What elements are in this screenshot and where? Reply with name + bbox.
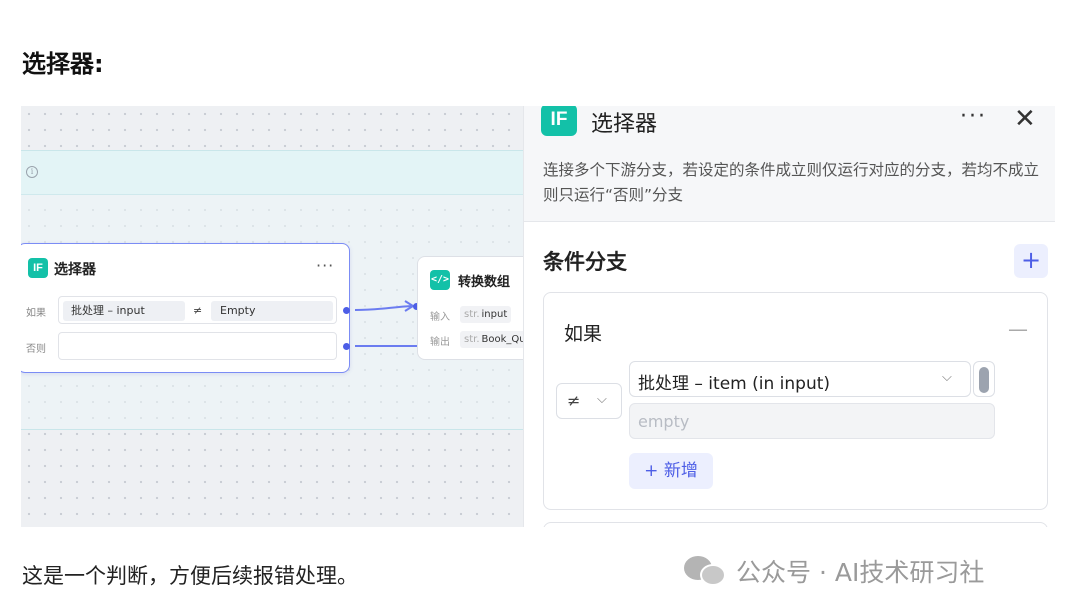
output-chip: str. Book_Qu (460, 331, 523, 348)
more-icon[interactable]: ··· (960, 106, 987, 129)
transform-node[interactable]: </> 转换数组 输入 str. input 输出 str. Book_Qu (417, 256, 523, 360)
branch-card: 如果 — ≠ ⌵ 批处理 – item (in input) ⌵ + 新增 (543, 292, 1048, 510)
operator-select[interactable]: ≠ ⌵ (556, 383, 622, 419)
collapse-icon[interactable]: — (1008, 317, 1028, 341)
scrollbar-thumb[interactable] (979, 367, 989, 393)
output-value: Book_Qu (481, 334, 523, 345)
input-label: 输入 (430, 312, 450, 323)
value-input[interactable] (629, 403, 995, 439)
add-condition-button[interactable]: + 新增 (629, 453, 713, 489)
condition-row[interactable]: 批处理 – input ≠ Empty (58, 296, 337, 324)
if-node-badge: IF (28, 258, 48, 278)
transform-node-title: 转换数组 (458, 275, 511, 290)
input-value: input (481, 309, 508, 320)
edge-if-to-transform (354, 305, 414, 311)
panel-description: 连接多个下游分支，若设定的条件成立则仅运行对应的分支，若均不成立则只运行“否则”… (543, 161, 1040, 204)
branch-label: 如果 (564, 323, 603, 345)
next-branch-card (543, 522, 1048, 527)
condition-right: Empty (211, 301, 333, 321)
section-title: 条件分支 (543, 250, 627, 274)
variable-select[interactable]: 批处理 – item (in input) ⌵ (629, 361, 971, 397)
watermark: 公众号 · AI技术研习社 (684, 553, 984, 589)
input-chip: str. input (460, 306, 512, 323)
more-icon[interactable]: ··· (316, 256, 334, 275)
scrollbar[interactable] (973, 361, 995, 397)
close-icon[interactable]: ✕ (1014, 106, 1036, 132)
code-icon: </> (430, 270, 450, 290)
chevron-down-icon: ⌵ (942, 370, 952, 385)
node-config-panel: IF 选择器 ··· ✕ 连接多个下游分支，若设定的条件成立则仅运行对应的分支，… (523, 106, 1055, 527)
else-row[interactable] (58, 332, 337, 360)
output-label: 输出 (430, 337, 450, 348)
panel-title: 选择器 (591, 112, 658, 137)
if-icon: IF (541, 106, 577, 136)
condition-operator: ≠ (193, 304, 203, 317)
output-type: str. (464, 334, 480, 345)
input-type: str. (464, 309, 480, 320)
if-row-label: 如果 (26, 308, 46, 319)
wechat-icon (684, 554, 726, 588)
screenshot: 体 i IF 选择器 ··· 如果 批处理 – input ≠ Empty (21, 106, 1055, 527)
else-output-port[interactable] (343, 343, 350, 350)
add-branch-button[interactable]: + (1014, 244, 1048, 278)
page: 选择器: 体 i IF 选择器 ··· 如果 批 (0, 0, 1080, 615)
caption: 这是一个判断，方便后续报错处理。 (22, 564, 358, 588)
if-output-port[interactable] (343, 307, 350, 314)
if-node[interactable]: IF 选择器 ··· 如果 批处理 – input ≠ Empty 否则 (21, 243, 350, 373)
if-node-title: 选择器 (54, 262, 96, 278)
condition-left: 批处理 – input (63, 301, 185, 321)
operator-value: ≠ (567, 391, 581, 410)
panel-header: IF 选择器 ··· ✕ 连接多个下游分支，若设定的条件成立则仅运行对应的分支，… (524, 106, 1055, 222)
variable-value: 批处理 – item (in input) (638, 374, 831, 394)
workflow-canvas[interactable]: 体 i IF 选择器 ··· 如果 批处理 – input ≠ Empty (21, 106, 523, 527)
watermark-text: 公众号 · AI技术研习社 (736, 558, 985, 587)
section-heading: 选择器: (22, 50, 104, 78)
chevron-down-icon: ⌵ (597, 392, 607, 407)
else-row-label: 否则 (26, 344, 46, 355)
